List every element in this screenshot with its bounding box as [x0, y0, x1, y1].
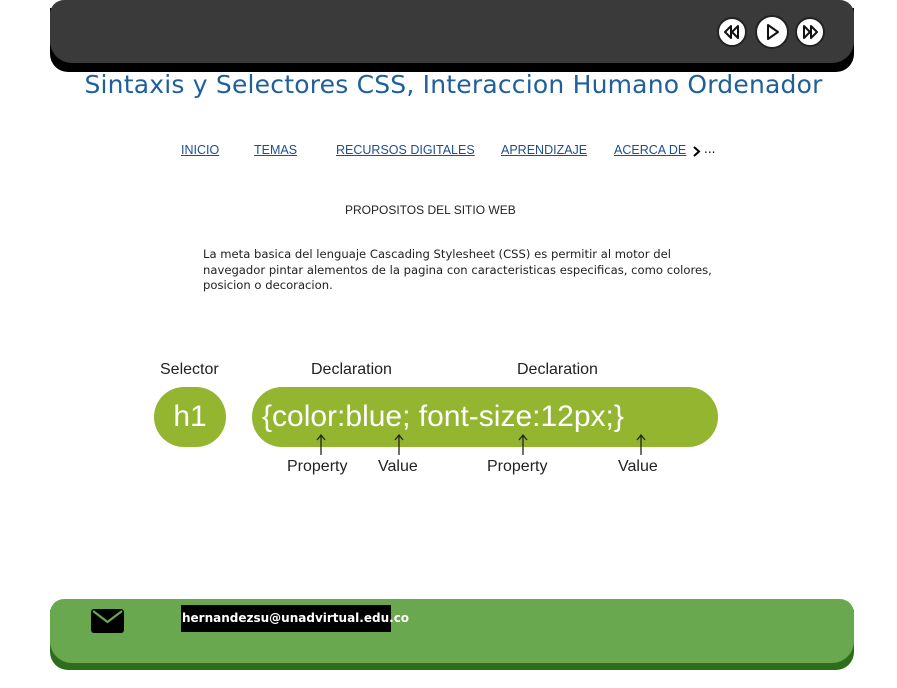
nav-item-aprendizaje[interactable]: APRENDIZAJE [501, 143, 587, 157]
fast-forward-button[interactable] [795, 17, 825, 47]
arrow-up-icon [518, 433, 528, 455]
diagram-selector-pill: h1 [154, 387, 226, 447]
contact-email[interactable]: hernandezsu@unadvirtual.edu.co [181, 605, 409, 632]
arrow-up-icon [636, 433, 646, 455]
site-title: Sintaxis y Selectores CSS, Interaccion H… [84, 70, 823, 99]
page: Sintaxis y Selectores CSS, Interaccion H… [0, 0, 897, 688]
nav-item-temas[interactable]: TEMAS [254, 143, 297, 157]
mail-icon[interactable] [91, 607, 124, 634]
footer-bar [50, 599, 854, 663]
nav-more[interactable]: ... [704, 142, 715, 156]
diagram-property-label-2: Property [487, 458, 548, 475]
nav-item-acerca-de[interactable]: ACERCA DE [614, 143, 686, 157]
arrow-up-icon [316, 433, 326, 455]
rewind-icon [724, 25, 739, 39]
chevron-right-icon[interactable] [693, 146, 701, 157]
diagram-declaration-label-2: Declaration [517, 361, 598, 378]
diagram-value-label-2: Value [618, 458, 658, 475]
play-icon [767, 24, 779, 40]
fast-forward-icon [803, 25, 818, 39]
intro-paragraph: La meta basica del lenguaje Cascading St… [203, 247, 712, 292]
diagram-property-label-1: Property [287, 458, 348, 475]
arrow-up-icon [394, 433, 404, 455]
play-button[interactable] [755, 15, 789, 49]
nav-item-recursos-digitales[interactable]: RECURSOS DIGITALES [336, 143, 475, 157]
rewind-button[interactable] [717, 17, 747, 47]
diagram-selector-label: Selector [160, 361, 219, 378]
section-title: PROPOSITOS DEL SITIO WEB [345, 203, 516, 217]
diagram-value-label-1: Value [378, 458, 418, 475]
nav-item-inicio[interactable]: INICIO [181, 143, 219, 157]
diagram-declaration-label-1: Declaration [311, 361, 392, 378]
